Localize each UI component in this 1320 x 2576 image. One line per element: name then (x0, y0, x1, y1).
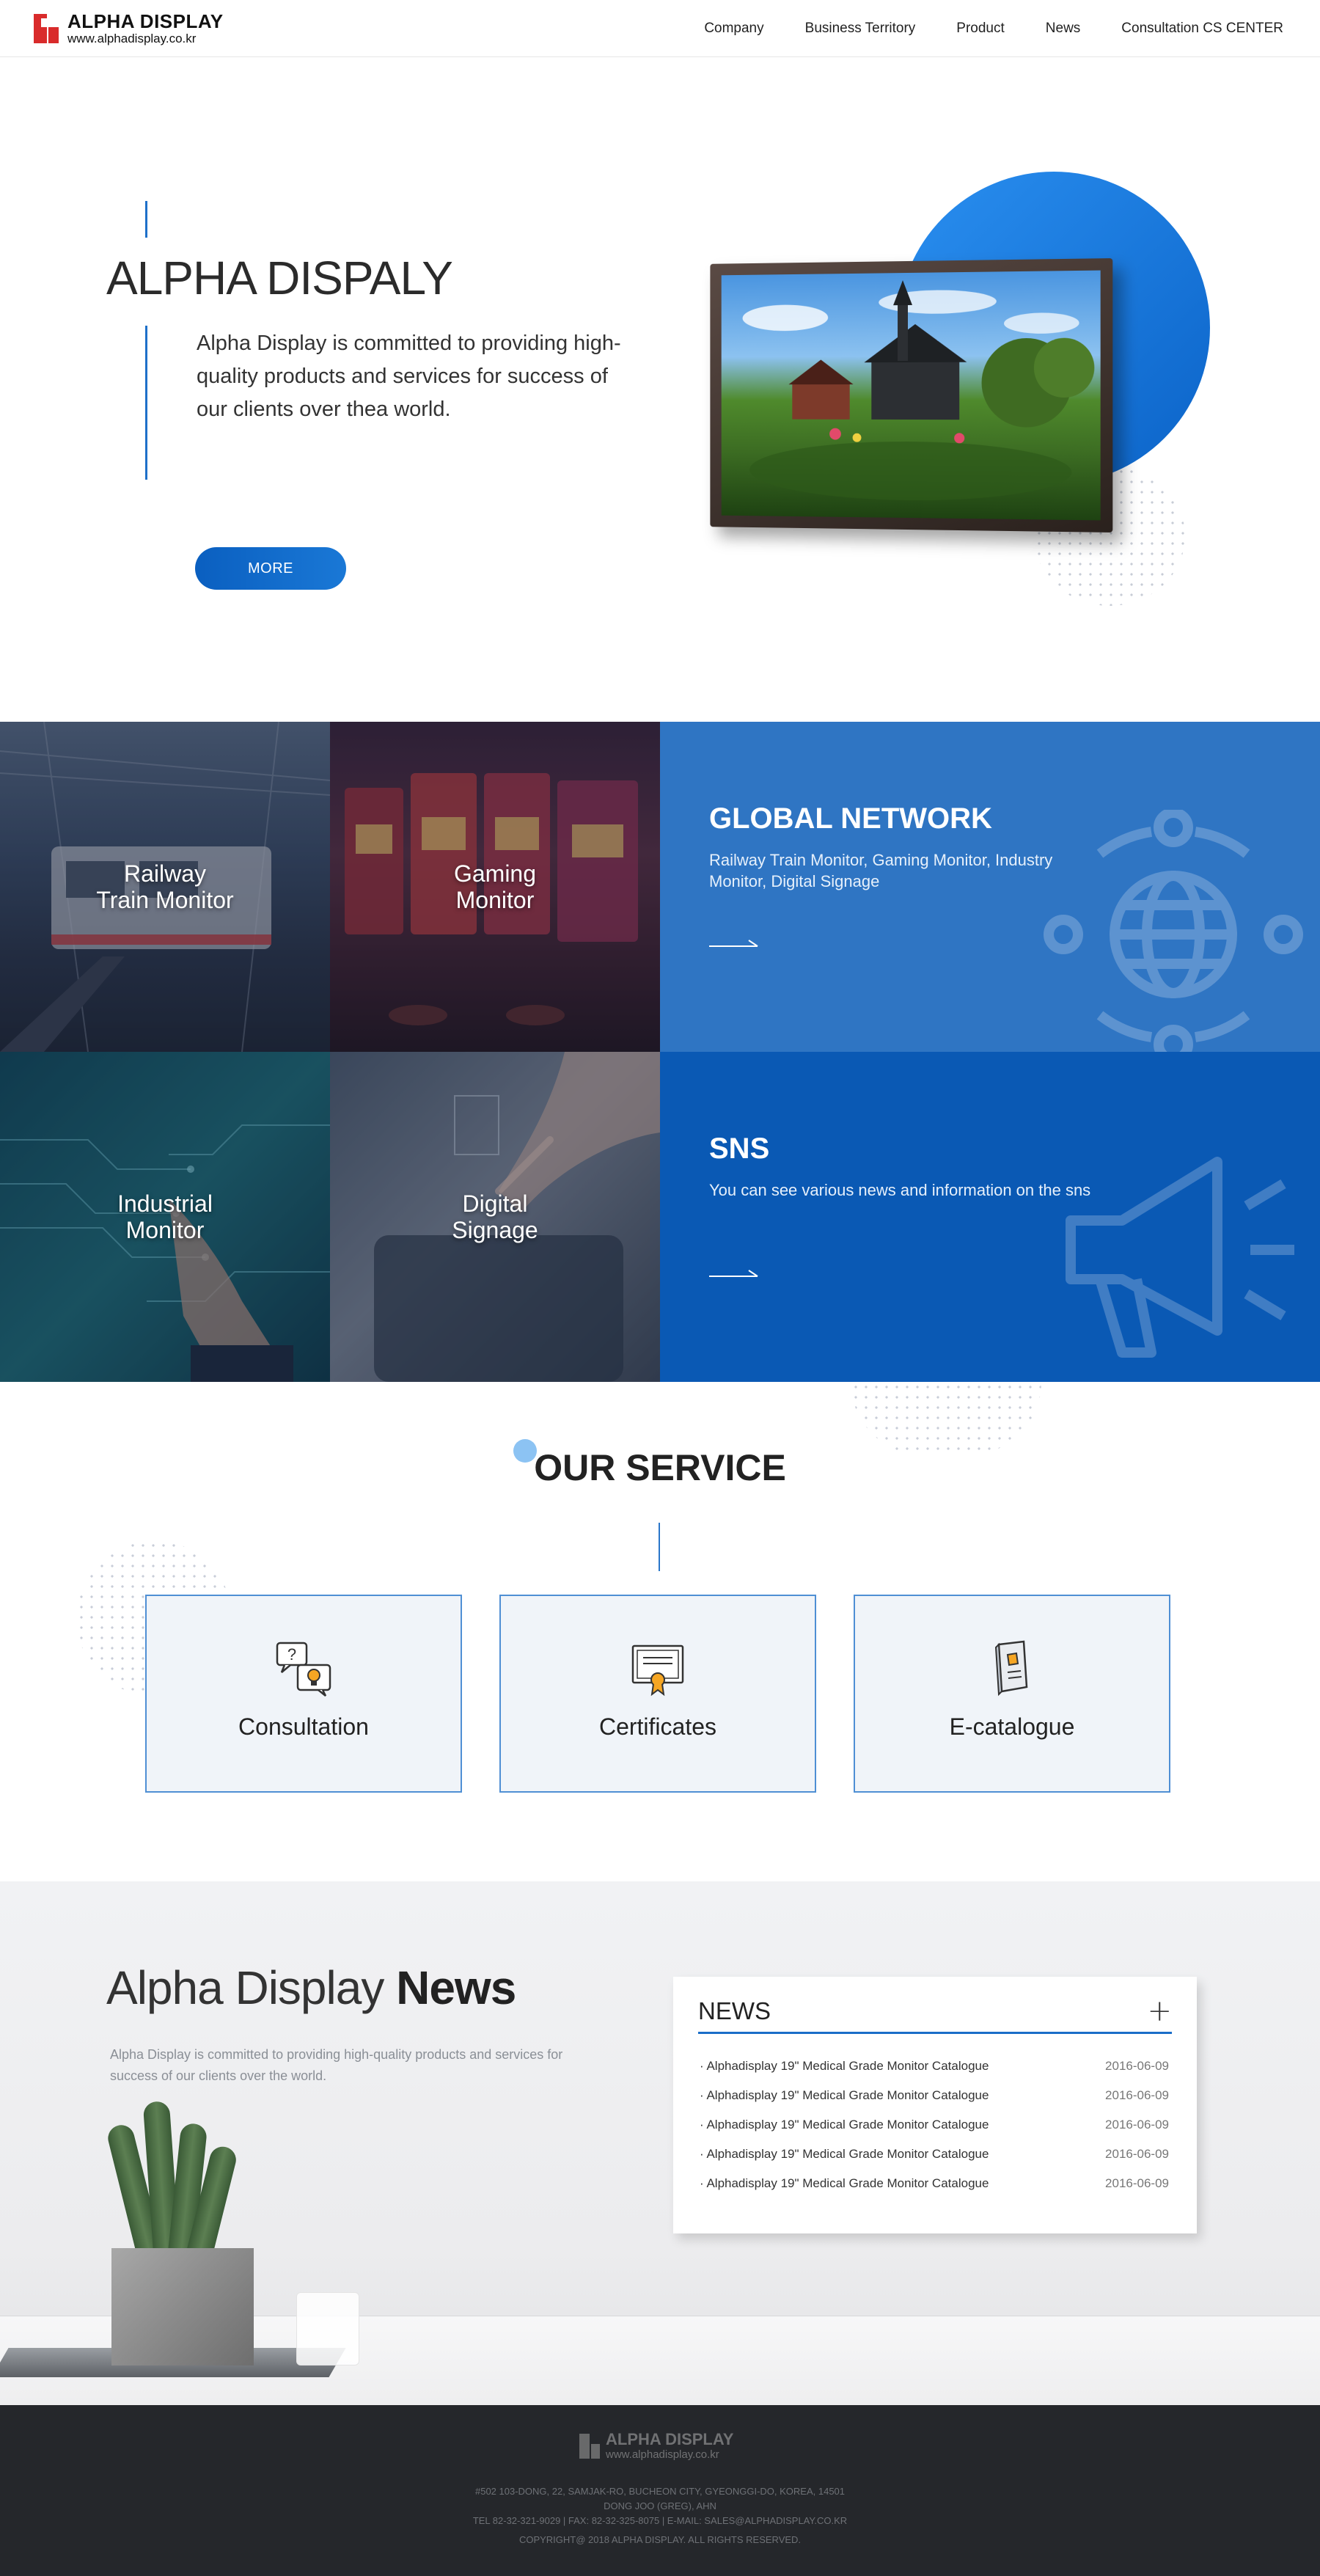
global-network-description: Railway Train Monitor, Gaming Monitor, I… (709, 851, 1053, 890)
arrow-right-icon[interactable] (709, 1269, 760, 1279)
tile-gaming-monitor[interactable]: Gaming Monitor (330, 722, 660, 1052)
consultation-icon: ? (276, 1642, 331, 1697)
news-box-title: NEWS (698, 1997, 771, 2024)
service-card-certificates[interactable]: Certificates (499, 1595, 816, 1793)
service-card-e-catalogue[interactable]: E-catalogue (854, 1595, 1170, 1793)
service-card-certificates-label: Certificates (598, 1713, 717, 1740)
megaphone-icon (1066, 1157, 1294, 1358)
sns-panel[interactable]: SNS You can see various news and informa… (660, 1052, 1320, 1382)
svg-text:?: ? (287, 1645, 296, 1664)
arrow-right-icon[interactable] (709, 939, 760, 949)
news-item[interactable]: Alphadisplay 19" Medical Grade Monitor C… (700, 2059, 1169, 2088)
nav-news[interactable]: News (1046, 21, 1081, 37)
sns-title: SNS (709, 1133, 770, 1165)
news-item-title[interactable]: Alphadisplay 19" Medical Grade Monitor C… (700, 2088, 989, 2118)
footer-logo-mark-icon (579, 2433, 601, 2459)
globe-network-icon (1044, 810, 1303, 1052)
nav-consultation-cs-center[interactable]: Consultation CS CENTER (1121, 21, 1283, 37)
logo-url: www.alphadisplay.co.kr (67, 32, 197, 45)
news-item-title[interactable]: Alphadisplay 19" Medical Grade Monitor C… (700, 2059, 989, 2088)
monitor-image (705, 258, 1113, 533)
news-list: Alphadisplay 19" Medical Grade Monitor C… (700, 2059, 1169, 2206)
footer-logo-url: www.alphadisplay.co.kr (606, 2448, 719, 2461)
nav-company[interactable]: Company (704, 21, 763, 37)
logo-mark-icon (34, 13, 63, 43)
news-title-light: Alpha Display (106, 1961, 384, 2014)
service-divider (659, 1523, 660, 1571)
news-item[interactable]: Alphadisplay 19" Medical Grade Monitor C… (700, 2147, 1169, 2176)
footer-copyright: COPYRIGHT@ 2018 ALPHA DISPLAY. ALL RIGHT… (518, 2534, 802, 2545)
certificate-icon (631, 1644, 684, 1697)
service-card-consultation-label: Consultation (238, 1713, 369, 1740)
hero-accent-line-vertical (145, 326, 147, 480)
global-network-panel[interactable]: GLOBAL NETWORK Railway Train Monitor, Ga… (660, 722, 1320, 1052)
tile-railway-label: Railway Train Monitor (96, 860, 234, 913)
news-item-date: 2016-06-09 (1105, 2088, 1169, 2102)
news-title-bold: News (396, 1961, 516, 2014)
nav-business-territory[interactable]: Business Territory (805, 21, 916, 37)
service-title: OUR SERVICE (534, 1447, 786, 1488)
news-box: NEWS + Alphadisplay 19" Medical Grade Mo… (673, 1977, 1197, 2233)
category-grid: Railway Train Monitor Gaming Monitor Ind… (0, 722, 1320, 1382)
footer-logo-name: ALPHA DISPLAY (606, 2430, 734, 2448)
tile-digital-signage[interactable]: Digital Signage (330, 1052, 660, 1382)
tile-gaming-label: Gaming Monitor (453, 860, 537, 913)
news-section: Alpha Display News Alpha Display is comm… (0, 1881, 1320, 2405)
news-section-title: Alpha Display News (106, 1961, 516, 2015)
news-item-date: 2016-06-09 (1105, 2176, 1169, 2190)
news-item-title[interactable]: Alphadisplay 19" Medical Grade Monitor C… (700, 2118, 989, 2147)
hero-accent-line (145, 201, 147, 238)
news-item[interactable]: Alphadisplay 19" Medical Grade Monitor C… (700, 2176, 1169, 2206)
news-item-title[interactable]: Alphadisplay 19" Medical Grade Monitor C… (700, 2176, 989, 2206)
footer-info: #502 103-DONG, 22, SAMJAK-RO, BUCHEON CI… (0, 2484, 1320, 2528)
news-item-date: 2016-06-09 (1105, 2118, 1169, 2132)
plus-icon[interactable]: + (1147, 1997, 1172, 2026)
catalogue-icon (994, 1640, 1028, 1697)
news-section-description: Alpha Display is committed to providing … (110, 2047, 563, 2083)
tile-industrial-monitor[interactable]: Industrial Monitor (0, 1052, 330, 1382)
news-item-title[interactable]: Alphadisplay 19" Medical Grade Monitor C… (700, 2147, 989, 2176)
nav-product[interactable]: Product (956, 21, 1004, 37)
news-item[interactable]: Alphadisplay 19" Medical Grade Monitor C… (700, 2118, 1169, 2147)
news-item-date: 2016-06-09 (1105, 2147, 1169, 2161)
more-button[interactable]: MORE (195, 547, 346, 590)
service-card-e-catalogue-label: E-catalogue (949, 1713, 1075, 1740)
monitor-screen-landscape (721, 270, 1101, 521)
logo-name: ALPHA DISPLAY (67, 10, 224, 32)
footer-address: #502 103-DONG, 22, SAMJAK-RO, BUCHEON CI… (474, 2486, 846, 2497)
tile-railway-train-monitor[interactable]: Railway Train Monitor (0, 722, 330, 1052)
footer-ceo: DONG JOO (GREG), AHN (604, 2500, 716, 2511)
news-item[interactable]: Alphadisplay 19" Medical Grade Monitor C… (700, 2088, 1169, 2118)
site-logo[interactable]: ALPHA DISPLAY www.alphadisplay.co.kr (34, 12, 224, 45)
news-item-date: 2016-06-09 (1105, 2059, 1169, 2073)
news-box-header: NEWS + (698, 1990, 1172, 2034)
service-card-consultation[interactable]: ? Consultation (145, 1595, 462, 1793)
global-network-title: GLOBAL NETWORK (709, 802, 992, 835)
tile-digital-label: Digital Signage (452, 1190, 538, 1243)
main-nav: Company Business Territory Product News … (663, 0, 1283, 57)
hero-description: Alpha Display is committed to providing … (197, 332, 621, 421)
service-dot-pattern (851, 1382, 1041, 1455)
tile-industrial-label: Industrial Monitor (117, 1190, 213, 1243)
site-header: ALPHA DISPLAY www.alphadisplay.co.kr Com… (0, 0, 1320, 57)
candle-image (296, 2292, 359, 2365)
footer-contact: TEL 82-32-321-9029 | FAX: 82-32-325-8075… (472, 2515, 848, 2526)
site-footer: ALPHA DISPLAY www.alphadisplay.co.kr #50… (0, 2405, 1320, 2576)
hero-title: ALPHA DISPALY (106, 252, 453, 304)
footer-logo[interactable]: ALPHA DISPLAY www.alphadisplay.co.kr (579, 2432, 733, 2460)
